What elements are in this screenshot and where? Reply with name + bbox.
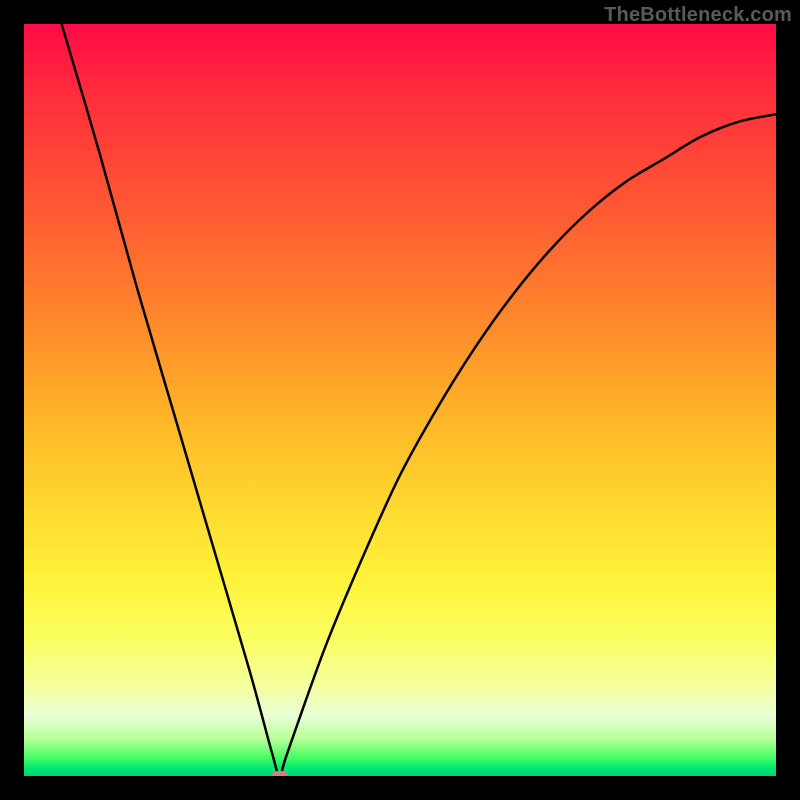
watermark-text: TheBottleneck.com	[604, 4, 792, 27]
plot-area	[24, 24, 776, 776]
chart-frame: TheBottleneck.com	[0, 0, 800, 800]
optimal-point-marker	[272, 771, 288, 776]
bottleneck-curve	[24, 24, 776, 776]
